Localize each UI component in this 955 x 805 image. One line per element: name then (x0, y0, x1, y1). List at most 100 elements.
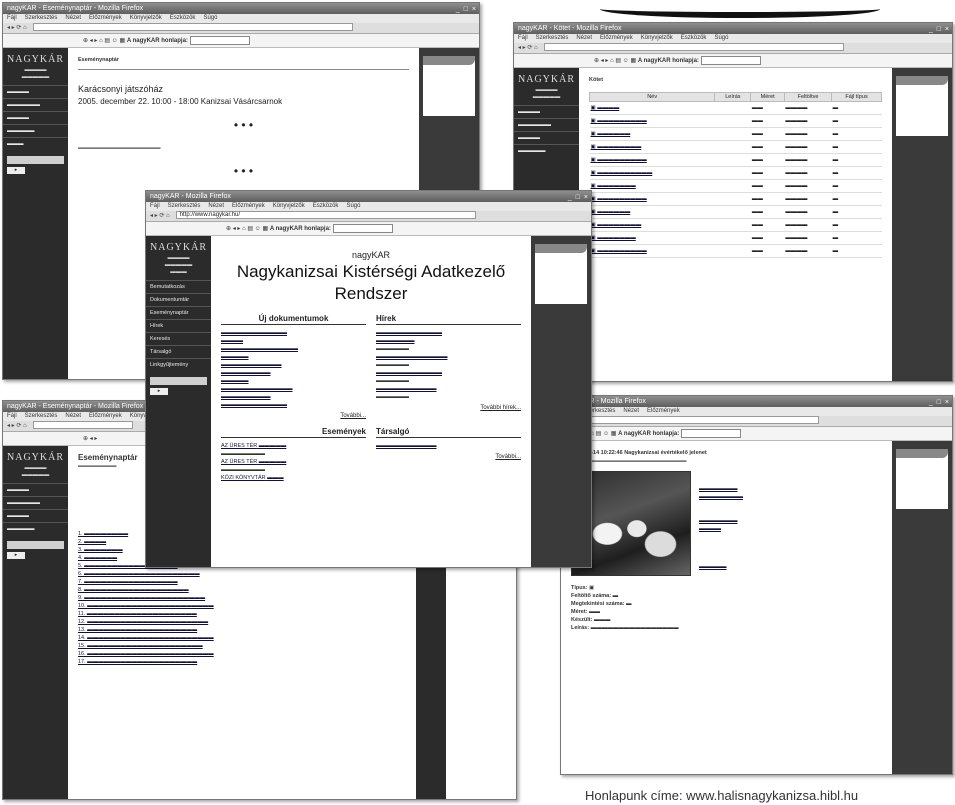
document-link[interactable]: ▬▬▬▬▬▬▬▬▬▬▬▬▬▬ (221, 345, 366, 353)
table-row[interactable]: ▣ ▬▬▬▬▬▬▬▬ ▬▬ ▬▬▬▬ ▬ (589, 140, 882, 154)
window-controls[interactable]: _ □ × (456, 4, 477, 14)
menu-bar[interactable]: FájlSzerkesztésNézetElőzményekKönyvjelző… (514, 34, 952, 43)
related-link[interactable]: ▬▬▬▬ (699, 525, 743, 533)
news-link[interactable]: ▬▬▬▬▬▬▬▬▬▬▬ (376, 385, 521, 393)
sidebar-item[interactable]: ▬▬▬ (3, 137, 68, 150)
menu-bar[interactable]: FájlSzerkesztésNézetElőzményekKönyvjelző… (146, 202, 591, 211)
sidebar-item[interactable]: ▬▬▬▬ (3, 111, 68, 124)
list-item[interactable]: 15. ▬▬▬▬▬▬▬▬▬▬▬▬▬▬▬▬▬▬▬▬▬ (78, 642, 386, 650)
news-link[interactable]: ▬▬▬▬▬▬▬▬▬▬▬▬ (376, 369, 521, 377)
menu-bar[interactable]: FájlSzerkesztésNézetElőzményekKönyvjelző… (3, 14, 479, 23)
table-row[interactable]: ▣ ▬▬▬▬▬▬ ▬▬ ▬▬▬▬ ▬ (589, 205, 882, 219)
sidebar-item[interactable]: Hírek (146, 319, 211, 332)
site-subtitle: nagyKAR (351, 250, 391, 260)
site-select[interactable] (189, 35, 250, 45)
sidebar-item[interactable]: Dokumentumtár (146, 293, 211, 306)
sidebar-item[interactable]: ▬▬▬▬▬ (3, 522, 68, 535)
event-link[interactable]: AZ ÜRES TÉR ▬▬▬▬▬ (221, 442, 366, 450)
window-controls[interactable]: _ □ × (568, 192, 589, 202)
document-link[interactable]: ▬▬▬▬▬▬▬▬▬▬▬ (221, 361, 366, 369)
search-input[interactable] (7, 156, 64, 164)
table-row[interactable]: ▣ ▬▬▬▬▬▬▬▬ ▬▬ ▬▬▬▬ ▬ (589, 218, 882, 232)
document-link[interactable]: ▬▬▬▬▬▬▬▬▬ (221, 369, 366, 377)
site-select[interactable] (700, 55, 761, 65)
sidebar-item[interactable]: ▬▬▬▬▬ (514, 144, 579, 157)
sidebar-item[interactable]: ▬▬▬▬▬ (3, 124, 68, 137)
list-item[interactable]: 12. ▬▬▬▬▬▬▬▬▬▬▬▬▬▬▬▬▬▬▬▬▬▬ (78, 618, 386, 626)
table-row[interactable]: ▣ ▬▬▬▬▬▬▬▬▬ ▬▬ ▬▬▬▬ ▬ (589, 114, 882, 128)
sidebar-item[interactable]: Eseménynaptár (146, 306, 211, 319)
list-item[interactable]: 13. ▬▬▬▬▬▬▬▬▬▬▬▬▬▬▬▬▬▬▬▬ (78, 626, 386, 634)
table-row[interactable]: ▣ ▬▬▬▬ ▬▬ ▬▬▬▬ ▬ (589, 101, 882, 115)
address-bar[interactable]: ◂ ▸ ⟳ ⌂ (3, 23, 479, 34)
news-link[interactable]: ▬▬▬▬▬▬▬▬▬▬▬▬▬ (376, 353, 521, 361)
search-input[interactable] (150, 377, 207, 385)
list-item[interactable]: 17. ▬▬▬▬▬▬▬▬▬▬▬▬▬▬▬▬▬▬▬▬ (78, 658, 386, 666)
table-row[interactable]: ▣ ▬▬▬▬▬▬▬▬▬▬ ▬▬ ▬▬▬▬ ▬ (589, 166, 882, 180)
menu-bar[interactable]: FájlSzerkesztésNézetElőzmények (561, 407, 952, 416)
sidebar-item[interactable]: ▬▬▬▬ (3, 483, 68, 496)
forum-link[interactable]: ▬▬▬▬▬▬▬▬▬▬▬ (376, 442, 521, 450)
search-button[interactable]: ▸ (150, 388, 168, 395)
document-link[interactable]: ▬▬▬▬▬▬▬▬▬▬▬▬ (221, 329, 366, 337)
related-link[interactable]: ▬▬▬▬▬▬▬ (699, 517, 743, 525)
list-item[interactable]: 7. ▬▬▬▬▬▬▬▬▬▬▬▬▬▬▬▬▬ (78, 578, 386, 586)
list-item[interactable]: 14. ▬▬▬▬▬▬▬▬▬▬▬▬▬▬▬▬▬▬▬▬▬▬▬ (78, 634, 386, 642)
sidebar-item[interactable]: ▬▬▬▬▬▬ (3, 496, 68, 509)
list-item[interactable]: 11. ▬▬▬▬▬▬▬▬▬▬▬▬▬▬▬▬▬▬▬▬ (78, 610, 386, 618)
list-item[interactable]: 8. ▬▬▬▬▬▬▬▬▬▬▬▬▬▬▬▬▬▬▬ (78, 586, 386, 594)
site-select[interactable] (332, 223, 393, 233)
window-controls[interactable]: _ □ × (929, 24, 950, 34)
address-bar[interactable]: ◂ ▸ ⟳ ⌂ (514, 43, 952, 54)
sidebar-item[interactable]: Bemutatkozás (146, 280, 211, 293)
document-link[interactable]: ▬▬▬▬▬▬▬▬▬ (221, 393, 366, 401)
table-row[interactable]: ▣ ▬▬▬▬▬▬ ▬▬ ▬▬▬▬ ▬ (589, 127, 882, 141)
document-link[interactable]: ▬▬▬▬▬▬▬▬▬▬▬▬▬ (221, 385, 366, 393)
table-row[interactable]: ▣ ▬▬▬▬▬▬▬ ▬▬ ▬▬▬▬ ▬ (589, 231, 882, 245)
main-content: 2006-01-14 10:22:46 Nagykanizsai évérték… (561, 441, 890, 774)
event-link[interactable]: KÖZI KÖNYVTÁR ▬▬▬ (221, 474, 366, 482)
related-link[interactable]: ▬▬▬▬▬ (699, 563, 743, 571)
forum-heading: Társalgó (376, 427, 521, 438)
list-item[interactable]: 6. ▬▬▬▬▬▬▬▬▬▬▬▬▬▬▬▬▬▬▬▬▬ (78, 570, 386, 578)
sidebar-item[interactable]: ▬▬▬▬ (514, 105, 579, 118)
page-toolbar: ⊕ ◂ ▸ ⌂ ▤ ☺ ▦ A nagyKAR honlapja: (3, 34, 479, 48)
search-button[interactable]: ▸ (7, 552, 25, 559)
table-row[interactable]: ▣ ▬▬▬▬▬▬▬▬▬ ▬▬ ▬▬▬▬ ▬ (589, 153, 882, 167)
table-row[interactable]: ▣ ▬▬▬▬▬▬▬▬▬ ▬▬ ▬▬▬▬ ▬ (589, 244, 882, 258)
event-link[interactable]: AZ ÜRES TÉR ▬▬▬▬▬ (221, 458, 366, 466)
table-row[interactable]: ▣ ▬▬▬▬▬▬▬ ▬▬ ▬▬▬▬ ▬ (589, 179, 882, 193)
sidebar-item[interactable]: ▬▬▬▬▬▬ (514, 118, 579, 131)
sidebar-item[interactable]: ▬▬▬▬▬▬ (3, 98, 68, 111)
address-bar[interactable]: ◂ ▸ ⟳ ⌂ http://www.nagykar.hu/ (146, 211, 591, 222)
document-link[interactable]: ▬▬▬▬▬ (221, 377, 366, 385)
sidebar-item[interactable]: Keresés (146, 332, 211, 345)
address-bar[interactable]: ◂ ▸ (561, 416, 952, 427)
more-news-link[interactable]: További hírek... (376, 405, 521, 411)
url-field[interactable]: http://www.nagykar.hu/ (175, 211, 476, 220)
document-link[interactable]: ▬▬▬▬ (221, 337, 366, 345)
news-link[interactable]: ▬▬▬▬▬▬▬ (376, 337, 521, 345)
document-link[interactable]: ▬▬▬▬▬ (221, 353, 366, 361)
related-link[interactable]: ▬▬▬▬▬▬▬ (699, 485, 743, 493)
table-row[interactable]: ▣ ▬▬▬▬▬▬▬▬▬ ▬▬ ▬▬▬▬ ▬ (589, 192, 882, 206)
sidebar-item[interactable]: ▬▬▬▬ (514, 131, 579, 144)
list-item[interactable]: 16. ▬▬▬▬▬▬▬▬▬▬▬▬▬▬▬▬▬▬▬▬▬▬▬ (78, 650, 386, 658)
document-link[interactable]: ▬▬▬▬▬▬▬▬▬▬▬▬ (221, 401, 366, 409)
list-item[interactable]: 10. ▬▬▬▬▬▬▬▬▬▬▬▬▬▬▬▬▬▬▬▬▬▬▬ (78, 602, 386, 610)
window-controls[interactable]: _ □ × (929, 397, 950, 407)
more-documents-link[interactable]: További... (221, 413, 366, 419)
sidebar-item[interactable]: Linkgyűjtemény (146, 358, 211, 371)
list-item[interactable]: 9. ▬▬▬▬▬▬▬▬▬▬▬▬▬▬▬▬▬▬▬▬▬▬ (78, 594, 386, 602)
news-link[interactable]: ▬▬▬▬▬▬▬▬▬▬▬▬ (376, 329, 521, 337)
sidebar-item[interactable]: ▬▬▬▬ (3, 509, 68, 522)
site-select[interactable] (680, 428, 741, 438)
related-link[interactable]: ▬▬▬▬▬▬▬▬ (699, 493, 743, 501)
meta-row: Megtekintési száma: ▬ (571, 601, 632, 607)
logo-subtitle: ▬▬▬▬ ▬▬▬▬▬ ▬▬▬ (164, 255, 193, 275)
search-input[interactable] (7, 541, 64, 549)
more-forum-link[interactable]: További... (376, 454, 521, 460)
search-button[interactable]: ▸ (7, 167, 25, 174)
sidebar-item[interactable]: Társalgó (146, 345, 211, 358)
sidebar-item[interactable]: ▬▬▬▬ (3, 85, 68, 98)
